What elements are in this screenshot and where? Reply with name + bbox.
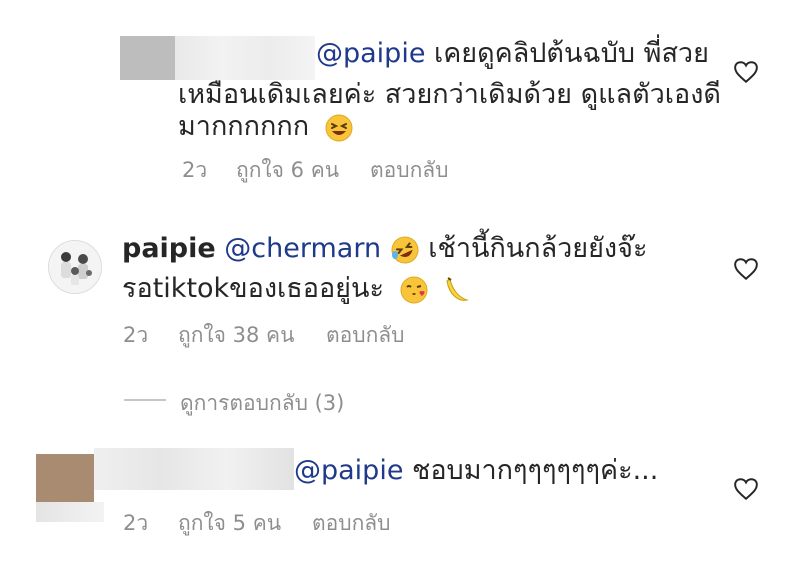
comment-3-text-1: ชอบมากๆๆๆๆๆๆค่ะ... — [403, 455, 659, 486]
comment-1-line-3: มากกกกกก — [178, 108, 354, 146]
grinning-squinting-face-icon — [325, 114, 353, 141]
comment-3-line-1: @paipie ชอบมากๆๆๆๆๆๆค่ะ... — [294, 452, 658, 490]
comment-1-meta: 2ว — [182, 154, 207, 187]
comment-1-time: 2ว — [182, 158, 208, 182]
heart-outline-icon[interactable] — [733, 257, 759, 281]
heart-outline-icon[interactable] — [733, 477, 759, 501]
comment-1-text-1: เคยดูคลิปต้นฉบับ พี่สวย — [425, 38, 709, 69]
comment-2-text-1: เช้านี้กินกล้วยยังจ๊ะ — [428, 233, 648, 264]
comment-2-text-2: รอtiktokของเธออยู่นะ — [122, 273, 384, 304]
heart-outline-icon[interactable] — [733, 60, 759, 84]
avatar[interactable] — [48, 240, 102, 294]
face-blowing-kiss-icon — [400, 276, 428, 303]
comment-2-time: 2ว — [123, 323, 149, 347]
comment-1-text-2: เหมือนเดิมเลยค่ะ สวยกว่าเดิมด้วย ดูแลตัว… — [178, 79, 721, 110]
comment-1-text-3: มากกกกกก — [178, 111, 310, 142]
rolling-on-floor-laughing-icon — [391, 236, 419, 263]
comment-1-mention[interactable]: @paipie — [316, 38, 425, 69]
comment-1-reply-button[interactable]: ตอบกลับ — [370, 154, 449, 187]
banana-icon — [446, 276, 469, 301]
comment-2-likes[interactable]: ถูกใจ 38 คน — [178, 319, 294, 352]
blurred-avatar — [36, 454, 94, 502]
view-replies-divider — [124, 399, 166, 401]
blurred-avatar-bottom — [36, 502, 104, 522]
comment-3-reply-button[interactable]: ตอบกลับ — [312, 507, 391, 540]
comment-3-time: 2ว — [123, 511, 149, 535]
comment-2-reply-button[interactable]: ตอบกลับ — [326, 319, 405, 352]
comment-1-line-1: @paipie เคยดูคลิปต้นฉบับ พี่สวย — [316, 35, 709, 73]
comment-3-likes[interactable]: ถูกใจ 5 คน — [178, 507, 281, 540]
comment-1-likes[interactable]: ถูกใจ 6 คน — [236, 154, 339, 187]
blurred-username — [94, 448, 294, 490]
comment-2-username[interactable]: paipie — [122, 233, 216, 264]
comment-3-mention[interactable]: @paipie — [294, 455, 403, 486]
blurred-username — [175, 36, 315, 80]
blurred-avatar — [120, 36, 175, 80]
family-photo-icon — [49, 241, 101, 293]
comment-2-line-1: paipie @chermarn เช้านี้กินกล้วยยังจ๊ะ — [122, 230, 647, 268]
comment-2-line-2: รอtiktokของเธออยู่นะ — [122, 270, 471, 308]
comment-2-mention[interactable]: @chermarn — [224, 233, 381, 264]
view-replies-button[interactable]: ดูการตอบกลับ (3) — [180, 387, 344, 420]
